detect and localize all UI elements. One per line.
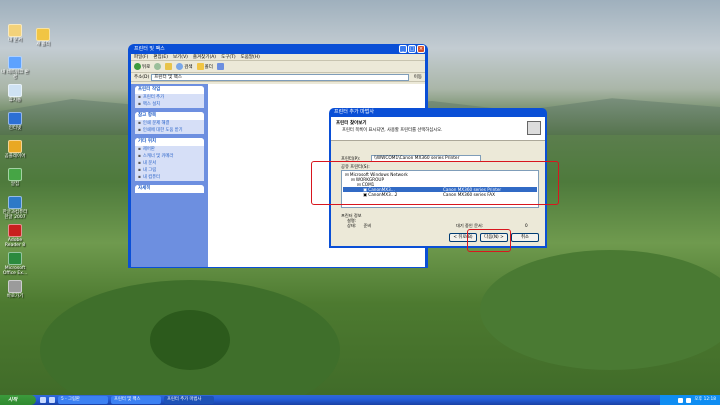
desktop-icon-documents[interactable]: 내 문서 bbox=[0, 24, 30, 43]
toolbar: 뒤로 검색 폴더 bbox=[131, 61, 425, 73]
place-my-computer[interactable]: 내 컴퓨터 bbox=[135, 174, 204, 181]
views-button[interactable] bbox=[216, 63, 224, 70]
place-scanners[interactable]: 스캐너 및 카메라 bbox=[135, 153, 204, 160]
back-button[interactable]: 뒤로 bbox=[134, 63, 150, 70]
highlight-box-next-button bbox=[467, 229, 511, 252]
taskbar-item-wizard[interactable]: 프린터 추가 마법사 bbox=[164, 396, 214, 404]
panel-details: 자세히 bbox=[135, 185, 204, 193]
up-folder-icon bbox=[165, 63, 173, 70]
desktop-icon[interactable] bbox=[49, 397, 55, 403]
address-input[interactable]: 프린터 및 팩스 bbox=[151, 73, 409, 81]
desktop-icon-excel[interactable]: Microsoft Office Ex... bbox=[0, 252, 30, 276]
wizard-title: 프린터 추가 마법사 bbox=[334, 109, 374, 115]
up-button[interactable] bbox=[165, 63, 173, 70]
menu-favorites[interactable]: 즐겨찾기(A) bbox=[193, 54, 216, 60]
folder-icon bbox=[196, 63, 204, 70]
panel-printer-tasks: 프린터 작업 프린터 추가 팩스 설치 bbox=[135, 86, 204, 108]
desktop-icon-internet[interactable]: 인터넷 bbox=[0, 112, 30, 131]
clock: 오후 12:18 bbox=[694, 397, 716, 402]
wizard-header-subtitle: 프린터 목록이 표시되면, 사용할 프린터를 선택하십시오. bbox=[342, 128, 443, 133]
maximize-button[interactable]: □ bbox=[408, 45, 416, 53]
search-icon bbox=[176, 63, 184, 70]
desktop-icon-recycle-bin[interactable]: 휴지통 bbox=[0, 84, 30, 103]
cancel-button[interactable]: 취소 bbox=[511, 233, 539, 242]
menu-tools[interactable]: 도구(T) bbox=[221, 54, 236, 60]
menu-view[interactable]: 보기(V) bbox=[173, 54, 188, 60]
task-print-help[interactable]: 인쇄에 대한 도움 받기 bbox=[135, 127, 204, 134]
place-my-pictures[interactable]: 내 그림 bbox=[135, 167, 204, 174]
task-setup-fax[interactable]: 팩스 설치 bbox=[135, 101, 204, 108]
desktop-icon-network[interactable]: 내 네트워크 환경 bbox=[0, 56, 30, 80]
panel-header[interactable]: 프린터 작업 bbox=[135, 86, 204, 94]
panel-header[interactable]: 참고 항목 bbox=[135, 112, 204, 120]
status-row: 상태: 준비 대기 중인 문서: 0 bbox=[347, 223, 528, 228]
menu-file[interactable]: 파일(F) bbox=[134, 54, 148, 60]
close-button[interactable]: × bbox=[417, 45, 425, 53]
back-arrow-icon bbox=[134, 63, 141, 70]
desktop-icon-adobe-reader[interactable]: Adobe Reader 8 bbox=[0, 224, 30, 248]
task-add-printer[interactable]: 프린터 추가 bbox=[135, 94, 204, 101]
panel-see-also: 참고 항목 인쇄 문제 해결 인쇄에 대한 도움 받기 bbox=[135, 112, 204, 134]
wizard-header-title: 프린터 찾아보기 bbox=[336, 121, 367, 126]
task-troubleshoot[interactable]: 인쇄 문제 해결 bbox=[135, 120, 204, 127]
address-label: 주소(D) bbox=[134, 75, 150, 80]
forward-arrow-icon bbox=[154, 63, 162, 70]
network-icon[interactable] bbox=[686, 397, 692, 403]
menu-edit[interactable]: 편집(E) bbox=[153, 54, 168, 60]
window-title: 프린터 및 팩스 bbox=[134, 46, 165, 52]
desktop-icon-new-folder[interactable]: 새 폴더 bbox=[28, 28, 58, 47]
minimize-button[interactable]: _ bbox=[399, 45, 407, 53]
panel-header[interactable]: 기타 위치 bbox=[135, 138, 204, 146]
folders-button[interactable]: 폴더 bbox=[196, 63, 213, 70]
desktop-icon-hwp[interactable]: 한글과컴퓨터 한글 2007 bbox=[0, 196, 30, 220]
desktop-hill bbox=[480, 250, 720, 370]
printer-icon bbox=[527, 121, 541, 135]
menu-bar: 파일(F) 편집(E) 보기(V) 즐겨찾기(A) 도구(T) 도움말(H) bbox=[131, 54, 425, 61]
ie-icon[interactable] bbox=[40, 397, 46, 403]
wizard-titlebar[interactable]: 프린터 추가 마법사 bbox=[331, 108, 545, 117]
start-button[interactable]: 시작 bbox=[0, 395, 36, 405]
panel-header[interactable]: 자세히 bbox=[135, 185, 204, 193]
task-pane: 프린터 작업 프린터 추가 팩스 설치 참고 항목 인쇄 문제 해결 인쇄에 대… bbox=[131, 84, 208, 267]
highlight-box-printer-list bbox=[311, 161, 559, 205]
address-bar: 주소(D) 프린터 및 팩스 이동 bbox=[131, 73, 425, 82]
desktop-icon-gomplayer[interactable]: 곰플레이어 bbox=[0, 140, 30, 159]
taskbar-item-paint[interactable]: 5 - 그림판 bbox=[58, 396, 108, 404]
wizard-header: 프린터 찾아보기 프린터 목록이 표시되면, 사용할 프린터를 선택하십시오. bbox=[331, 117, 545, 141]
search-button[interactable]: 검색 bbox=[176, 63, 193, 70]
quick-launch bbox=[40, 397, 55, 403]
menu-help[interactable]: 도움말(H) bbox=[241, 54, 260, 60]
volume-icon[interactable] bbox=[678, 397, 684, 403]
forward-button[interactable] bbox=[154, 63, 162, 70]
panel-other-places: 기타 위치 제어판 스캐너 및 카메라 내 문서 내 그림 내 컴퓨터 bbox=[135, 138, 204, 181]
place-my-documents[interactable]: 내 문서 bbox=[135, 160, 204, 167]
taskbar-item-printers[interactable]: 프린터 및 팩스 bbox=[111, 396, 161, 404]
desktop-icon-alzip[interactable]: 알집 bbox=[0, 168, 30, 187]
desktop-icon-shortcut[interactable]: 바로가기 bbox=[0, 280, 30, 299]
taskbar: 시작 5 - 그림판 프린터 및 팩스 프린터 추가 마법사 오후 12:18 bbox=[0, 395, 720, 405]
printers-window-titlebar[interactable]: 프린터 및 팩스 _ □ × bbox=[131, 44, 425, 54]
views-grid-icon bbox=[216, 63, 224, 70]
go-button[interactable]: 이동 bbox=[411, 74, 425, 80]
system-tray: 오후 12:18 bbox=[660, 395, 720, 405]
desktop-tree bbox=[150, 310, 230, 370]
place-control-panel[interactable]: 제어판 bbox=[135, 146, 204, 153]
